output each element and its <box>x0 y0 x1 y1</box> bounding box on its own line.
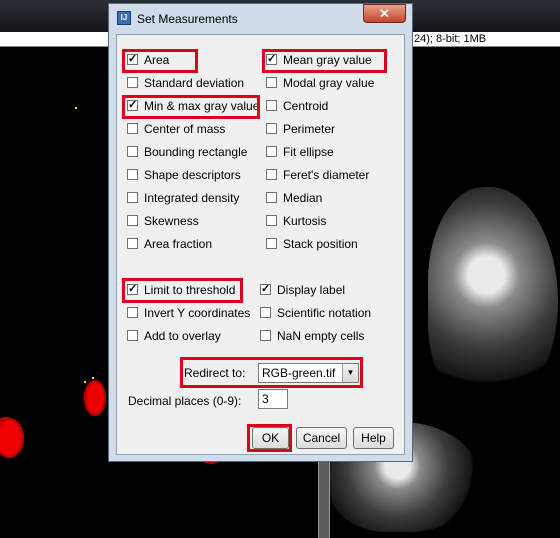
checkbox-box[interactable]: ✓ <box>260 284 271 295</box>
highlight-redirect <box>180 357 363 388</box>
checkbox-box[interactable] <box>266 77 277 88</box>
dialog-title: Set Measurements <box>137 12 238 26</box>
help-button[interactable]: Help <box>353 427 394 449</box>
checkbox-box[interactable] <box>266 146 277 157</box>
checkbox-box[interactable] <box>127 123 138 134</box>
checkbox-box[interactable] <box>266 100 277 111</box>
highlight-min-max-gray <box>122 95 260 119</box>
checkbox-box[interactable] <box>266 123 277 134</box>
checkbox-box[interactable] <box>260 330 271 341</box>
checkbox-box[interactable] <box>127 77 138 88</box>
speck <box>92 377 94 379</box>
checkbox-box[interactable] <box>127 330 138 341</box>
highlight-limit-to-threshold <box>122 278 243 303</box>
highlight-mean-gray <box>262 49 387 73</box>
image-info-text: 24); 8-bit; 1MB <box>414 33 487 45</box>
checkbox-box[interactable] <box>127 238 138 249</box>
highlight-area <box>122 49 198 73</box>
checkbox-box[interactable] <box>127 192 138 203</box>
checkbox-box[interactable] <box>266 238 277 249</box>
checkbox-box[interactable] <box>127 307 138 318</box>
checkbox-box[interactable] <box>266 169 277 180</box>
set-measurements-dialog: IJ Set Measurements ✕ ✓ Area Standard dev… <box>108 3 413 462</box>
checkbox-box[interactable] <box>127 215 138 226</box>
window-divider <box>318 462 330 538</box>
checkbox-box[interactable] <box>127 169 138 180</box>
checkbox-box[interactable] <box>266 215 277 226</box>
close-button[interactable]: ✕ <box>363 4 406 23</box>
dialog-client-area: ✓ Area Standard deviation ✓ Min & max gray… <box>116 34 405 455</box>
checkbox-box[interactable] <box>260 307 271 318</box>
highlight-ok <box>247 424 292 452</box>
speck <box>75 107 77 109</box>
bottom-image-canvas <box>0 380 560 538</box>
checkbox-box[interactable] <box>127 146 138 157</box>
imagej-icon: IJ <box>117 11 131 25</box>
cancel-button[interactable]: Cancel <box>296 427 347 449</box>
thresholded-blob <box>84 380 106 416</box>
checkbox-box[interactable] <box>266 192 277 203</box>
close-icon: ✕ <box>379 6 390 21</box>
decimal-places-input[interactable]: 3 <box>258 389 288 409</box>
speck <box>84 381 86 383</box>
cell-image <box>428 187 558 407</box>
decimal-places-label: Decimal places (0-9): <box>128 394 242 408</box>
